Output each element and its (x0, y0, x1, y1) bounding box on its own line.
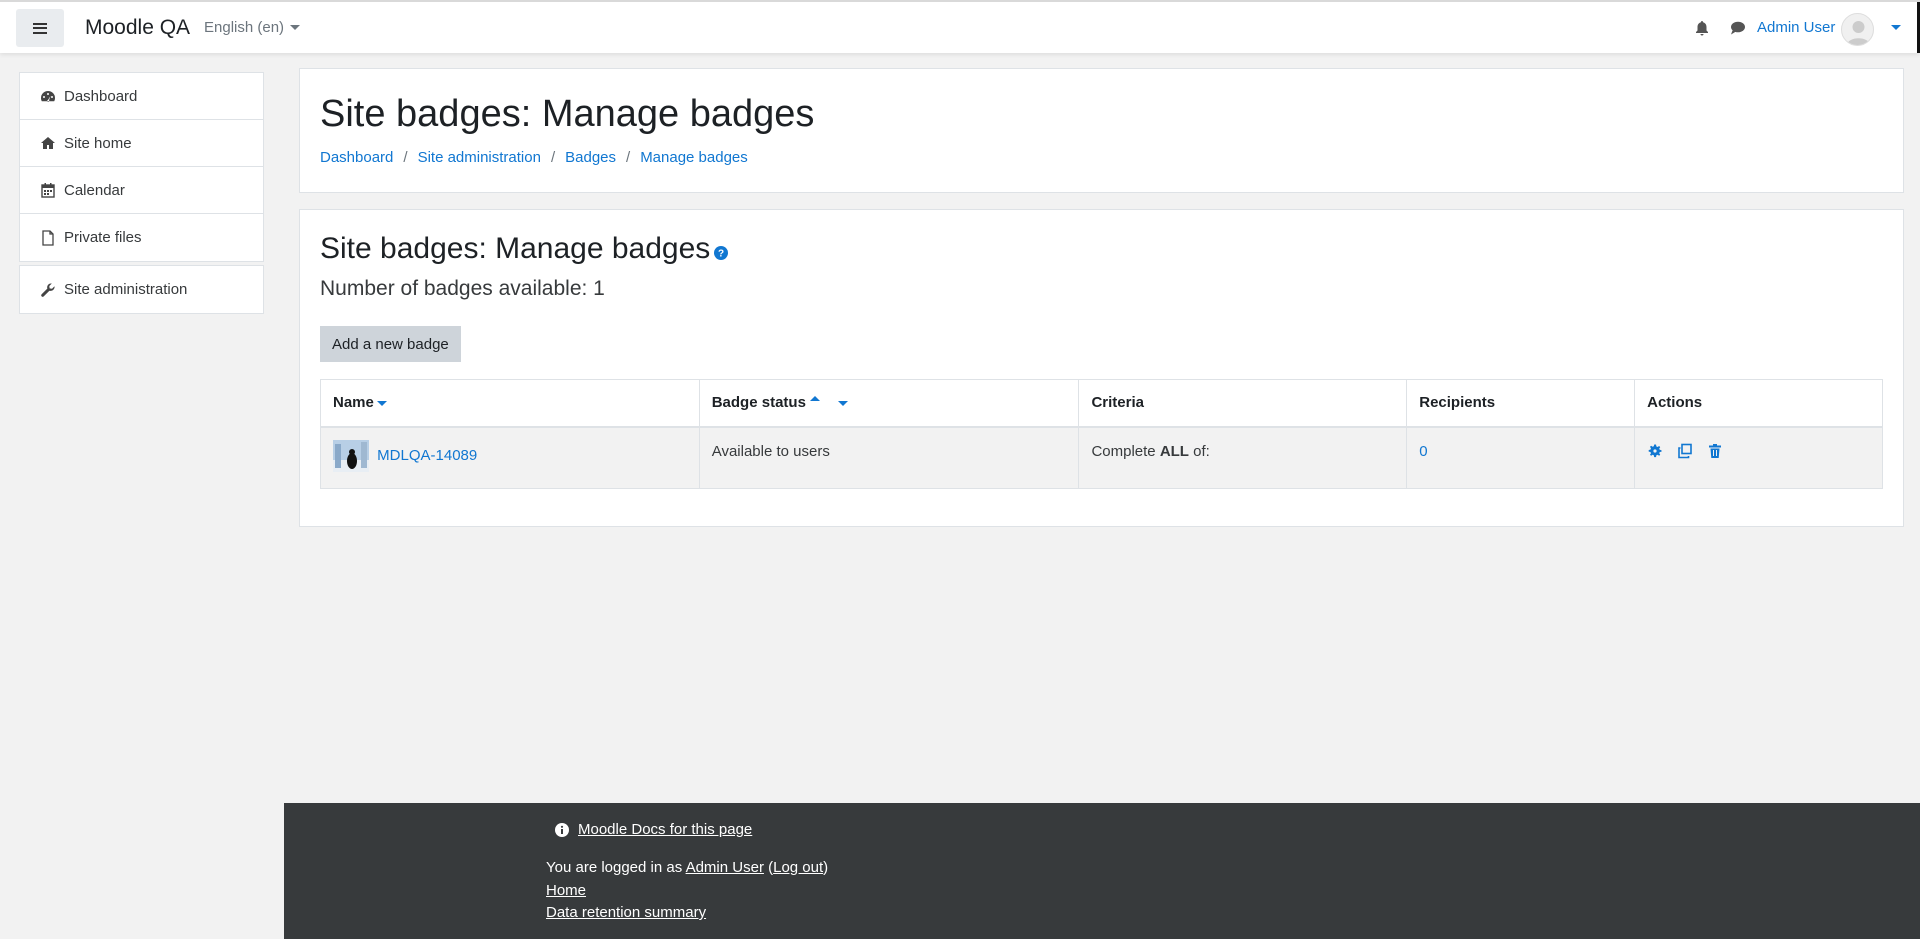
sidebar-item-private-files[interactable]: Private files (20, 214, 263, 261)
sort-asc-icon[interactable] (809, 396, 820, 402)
page-header: Site badges: Manage badges Dashboard / S… (299, 68, 1904, 193)
home-icon (41, 137, 55, 149)
logout-link[interactable]: Log out (773, 859, 823, 876)
file-icon (42, 229, 54, 246)
sidebar-item-label: Private files (64, 229, 142, 246)
sidebar-item-label: Site administration (64, 281, 188, 298)
badge-name-link[interactable]: MDLQA-14089 (377, 446, 477, 463)
breadcrumb-manage-badges[interactable]: Manage badges (640, 149, 748, 166)
user-menu-name[interactable]: Admin User (1757, 19, 1835, 36)
column-label: Recipients (1419, 394, 1496, 412)
sidebar-item-dashboard[interactable]: Dashboard (20, 73, 263, 120)
badge-status-cell: Available to users (698, 426, 1080, 489)
sidebar-item-site-administration[interactable]: Site administration (20, 266, 263, 313)
badge-count: Number of badges available: 1 (320, 277, 605, 300)
language-label: English (en) (204, 19, 285, 36)
badges-table: Name Badge status Criteria Recipients Ac… (320, 379, 1883, 489)
chevron-down-icon[interactable] (1891, 25, 1901, 30)
calendar-icon (41, 183, 55, 198)
dashboard-icon (41, 91, 55, 102)
column-label: Criteria (1091, 394, 1144, 412)
sidebar-item-calendar[interactable]: Calendar (20, 167, 263, 214)
docs-link-row: Moodle Docs for this page (554, 821, 752, 838)
data-retention-link[interactable]: Data retention summary (546, 904, 706, 921)
sort-desc-icon[interactable] (376, 400, 387, 406)
sidebar-item-label: Site home (64, 134, 132, 152)
breadcrumb-badges[interactable]: Badges (565, 149, 616, 166)
region-main: Site badges: Manage badges ? Number of b… (299, 209, 1904, 527)
hamburger-icon (33, 22, 47, 34)
breadcrumb-separator: / (550, 149, 556, 166)
info-icon (555, 822, 569, 837)
recipients-link[interactable]: 0 (1419, 443, 1427, 460)
badge-criteria-cell: Complete ALL of: (1078, 426, 1408, 489)
sort-desc-icon[interactable] (838, 400, 849, 406)
sidebar-item-label: Calendar (64, 181, 125, 199)
admin-nav-group: Site administration (19, 265, 264, 314)
copy-icon[interactable] (1677, 443, 1693, 459)
login-info: You are logged in as Admin User (Log out… (546, 859, 828, 876)
language-menu[interactable]: English (en) (204, 19, 301, 36)
column-header-actions: Actions (1634, 379, 1883, 428)
chevron-down-icon (290, 25, 301, 30)
section-heading: Site badges: Manage badges ? (320, 232, 729, 266)
main-nav-group: Dashboard Site home Calendar Private fil… (19, 72, 264, 262)
criteria-prefix: Complete (1091, 442, 1160, 460)
profile-link[interactable]: Admin User (686, 859, 764, 876)
badge-name-cell: MDLQA-14089 (320, 426, 700, 489)
login-prefix: You are logged in as (546, 859, 686, 876)
footer-data-retention: Data retention summary (546, 904, 706, 921)
badge-recipients-cell: 0 (1406, 426, 1636, 489)
drawer-toggle-button[interactable] (16, 9, 64, 47)
gear-icon[interactable] (1647, 443, 1663, 459)
criteria-bold: ALL (1159, 442, 1189, 460)
avatar[interactable] (1841, 13, 1874, 46)
add-new-badge-button[interactable]: Add a new badge (320, 326, 461, 362)
wrench-icon (41, 282, 55, 297)
site-name[interactable]: Moodle QA (85, 16, 190, 40)
logout-open: ( (763, 859, 774, 876)
trash-icon[interactable] (1707, 443, 1723, 459)
moodle-docs-link[interactable]: Moodle Docs for this page (578, 821, 752, 838)
message-icon[interactable] (1730, 21, 1746, 35)
top-navbar: Moodle QA English (en) Admin User (0, 0, 1920, 53)
badge-actions-cell (1634, 426, 1883, 489)
help-icon[interactable]: ? (714, 246, 729, 260)
column-header-criteria: Criteria (1078, 379, 1408, 428)
table-header-row: Name Badge status Criteria Recipients Ac… (320, 379, 1883, 428)
column-label: Name (333, 394, 374, 412)
breadcrumb-separator: / (403, 149, 408, 166)
column-label: Badge status (711, 394, 806, 412)
column-header-badge-status[interactable]: Badge status (698, 379, 1080, 428)
home-link[interactable]: Home (546, 882, 586, 899)
column-header-name[interactable]: Name (320, 379, 700, 428)
table-row: MDLQA-14089 Available to users Complete … (320, 426, 1883, 489)
badge-image[interactable] (333, 439, 369, 472)
breadcrumb-dashboard[interactable]: Dashboard (320, 149, 393, 166)
footer-home: Home (546, 882, 586, 899)
breadcrumb-separator: / (626, 149, 631, 166)
sidebar-item-site-home[interactable]: Site home (20, 120, 263, 167)
breadcrumb: Dashboard / Site administration / Badges… (320, 149, 748, 166)
nav-drawer: Dashboard Site home Calendar Private fil… (0, 53, 284, 939)
page-footer: Moodle Docs for this page You are logged… (284, 803, 1920, 939)
section-heading-text: Site badges: Manage badges (320, 232, 711, 265)
column-label: Actions (1647, 394, 1703, 412)
page-title: Site badges: Manage badges (320, 93, 815, 135)
sidebar-item-label: Dashboard (64, 87, 138, 105)
bell-icon[interactable] (1694, 20, 1710, 36)
column-header-recipients: Recipients (1406, 379, 1636, 428)
breadcrumb-site-administration[interactable]: Site administration (418, 149, 541, 166)
svg-text:?: ? (718, 249, 724, 260)
criteria-suffix: of: (1188, 442, 1210, 460)
logout-close: ) (823, 859, 829, 876)
